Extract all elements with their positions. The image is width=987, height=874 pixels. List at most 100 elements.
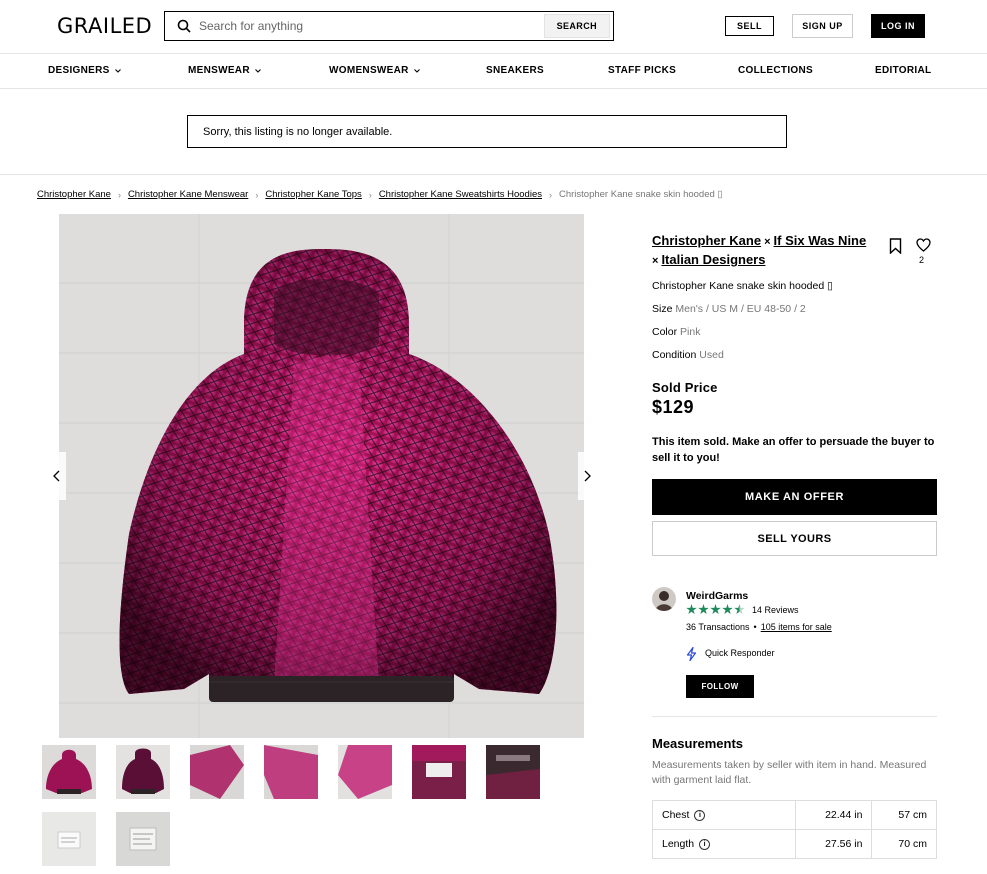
nav-label: DESIGNERS	[48, 65, 110, 76]
seller-stats: 36 Transactions • 105 items for sale	[686, 622, 832, 632]
info-icon[interactable]: i	[699, 838, 711, 850]
attribute-label: Color	[652, 326, 678, 338]
brand-link[interactable]: Italian Designers	[661, 252, 765, 267]
breadcrumb-separator-icon: ›	[117, 189, 121, 200]
seller-name[interactable]: WeirdGarms	[686, 590, 748, 602]
section-divider	[652, 716, 937, 717]
search-button[interactable]: SEARCH	[543, 14, 610, 38]
brand-link[interactable]: If Six Was Nine	[774, 233, 867, 248]
thumb-photo	[116, 812, 170, 866]
avatar[interactable]	[652, 587, 676, 611]
thumb-photo	[190, 745, 244, 799]
favorite-count: 2	[919, 255, 925, 265]
thumbnail-image[interactable]	[116, 812, 170, 866]
brand-separator: ×	[764, 236, 771, 248]
heart-icon[interactable]	[916, 238, 931, 252]
thumbnail-image[interactable]	[42, 745, 96, 799]
hoodie-photo	[59, 214, 584, 738]
product-title: Christopher Kane snake skin hooded ▯	[652, 280, 833, 292]
nav-label: EDITORIAL	[875, 65, 932, 76]
search-input[interactable]	[199, 19, 544, 33]
breadcrumb-current: Christopher Kane snake skin hooded ▯	[558, 189, 723, 200]
attribute-label: Size	[652, 303, 673, 315]
make-offer-button[interactable]: MAKE AN OFFER	[652, 479, 937, 515]
brand-link[interactable]: Christopher Kane	[652, 233, 761, 248]
search-bar: SEARCH	[164, 11, 614, 41]
next-image-button[interactable]	[578, 452, 596, 500]
measurement-cm: 57 cm	[871, 800, 937, 830]
thumbnail-image[interactable]	[412, 745, 466, 799]
half-star-icon	[734, 604, 745, 615]
measurements-table: Chest i 22.44 in 57 cm Length i 27.56 in 7…	[652, 800, 937, 859]
star-icon	[686, 604, 697, 615]
rating-stars	[686, 604, 745, 615]
sold-message: This item sold. Make an offer to persuad…	[652, 436, 935, 464]
nav-label: MENSWEAR	[188, 65, 250, 76]
chevron-down-icon	[114, 68, 121, 73]
nav-staff-picks[interactable]: STAFF PICKS	[608, 65, 676, 76]
measurement-cm: 70 cm	[871, 829, 937, 859]
star-icon	[698, 604, 709, 615]
product-main-image[interactable]	[59, 214, 584, 738]
log-in-button[interactable]: LOG IN	[871, 14, 925, 38]
avatar-image	[652, 587, 676, 611]
previous-image-button[interactable]	[48, 452, 66, 500]
measurements-title: Measurements	[652, 736, 744, 751]
thumbnail-image[interactable]	[264, 745, 318, 799]
search-icon	[177, 19, 191, 33]
thumbnail-image[interactable]	[338, 745, 392, 799]
breadcrumb-link[interactable]: Christopher Kane Tops	[265, 189, 361, 200]
measurement-inches: 22.44 in	[794, 800, 873, 830]
nav-label: WOMENSWEAR	[329, 65, 409, 76]
notice-divider	[0, 174, 987, 175]
thumb-photo	[42, 812, 96, 866]
stats-separator: •	[753, 622, 757, 632]
brand-separator: ×	[652, 255, 659, 267]
chevron-left-icon	[53, 470, 60, 482]
nav-menswear[interactable]: MENSWEAR	[188, 65, 262, 76]
review-count[interactable]: 14 Reviews	[752, 605, 799, 615]
thumbnail-image[interactable]	[42, 812, 96, 866]
sign-up-button[interactable]: SIGN UP	[792, 14, 853, 38]
color-attribute: Color Pink	[652, 326, 700, 338]
nav-designers[interactable]: DESIGNERS	[48, 65, 122, 76]
breadcrumb-separator-icon: ›	[368, 189, 372, 200]
nav-womenswear[interactable]: WOMENSWEAR	[329, 65, 421, 76]
info-icon[interactable]: i	[694, 809, 706, 821]
listing-unavailable-notice: Sorry, this listing is no longer availab…	[187, 115, 787, 148]
chevron-down-icon	[254, 68, 261, 73]
sell-yours-button[interactable]: SELL YOURS	[652, 521, 937, 556]
measurements-note: Measurements taken by seller with item i…	[652, 759, 927, 786]
size-attribute: Size Men's / US M / EU 48-50 / 2	[652, 303, 806, 315]
items-for-sale-link[interactable]: 105 items for sale	[761, 622, 832, 632]
star-icon	[710, 604, 721, 615]
measurement-inches: 27.56 in	[794, 829, 873, 859]
breadcrumb-link[interactable]: Christopher Kane Sweatshirts Hoodies	[379, 189, 542, 200]
nav-collections[interactable]: COLLECTIONS	[738, 65, 813, 76]
nav-sneakers[interactable]: SNEAKERS	[486, 65, 544, 76]
thumbnail-image[interactable]	[190, 745, 244, 799]
condition-attribute: Condition Used	[652, 349, 724, 361]
bookmark-icon[interactable]	[889, 238, 902, 254]
table-row: Length i 27.56 in 70 cm	[652, 829, 937, 859]
grailed-logo[interactable]: GRAILED	[57, 14, 152, 38]
follow-button[interactable]: FOLLOW	[686, 675, 754, 698]
breadcrumb-link[interactable]: Christopher Kane	[37, 189, 111, 200]
thumb-photo	[116, 745, 170, 799]
lightning-icon	[686, 647, 697, 661]
sell-button[interactable]: SELL	[725, 16, 774, 36]
breadcrumb: Christopher Kane › Christopher Kane Mens…	[37, 189, 723, 200]
sold-price: $129	[652, 397, 695, 417]
chevron-right-icon	[584, 470, 591, 482]
quick-responder-badge: Quick Responder	[705, 648, 775, 658]
breadcrumb-link[interactable]: Christopher Kane Menswear	[128, 189, 248, 200]
sold-price-label: Sold Price	[652, 380, 718, 395]
nav-label: COLLECTIONS	[738, 65, 813, 76]
transaction-count: 36 Transactions	[686, 622, 750, 632]
thumbnail-image[interactable]	[116, 745, 170, 799]
nav-label: SNEAKERS	[486, 65, 544, 76]
thumbnail-image[interactable]	[486, 745, 540, 799]
measurement-name: Length	[662, 838, 695, 850]
nav-editorial[interactable]: EDITORIAL	[875, 65, 931, 76]
measurement-label: Chest i	[652, 800, 796, 830]
